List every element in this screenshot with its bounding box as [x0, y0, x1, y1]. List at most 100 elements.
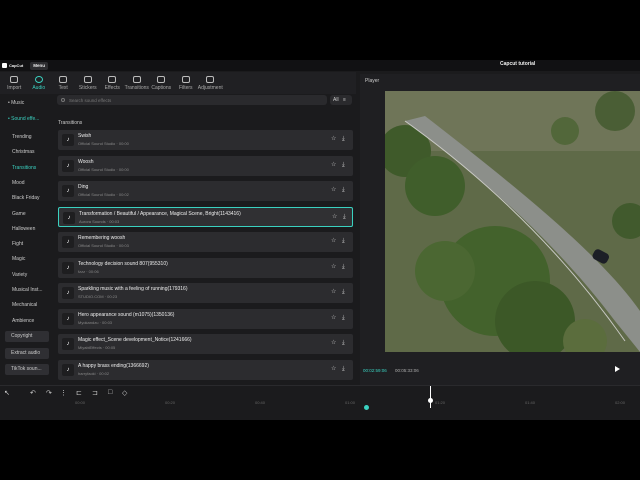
tab-label: Audio — [32, 84, 46, 91]
download-icon[interactable]: ⤓ — [342, 289, 348, 295]
download-icon[interactable]: ⤓ — [342, 187, 348, 193]
download-icon[interactable]: ⤓ — [342, 315, 348, 321]
list-item[interactable]: ♪ Remembering woosh Official Sound Studio … — [58, 232, 353, 252]
filter-label: All — [333, 97, 339, 103]
sidebar-item-game[interactable]: Game — [5, 209, 49, 220]
search-icon — [61, 98, 65, 102]
list-item[interactable]: ♪ Hero appearance sound (m1075)(1350136) M… — [58, 308, 353, 329]
tab-filters[interactable]: Filters — [174, 72, 199, 94]
delete-right-icon[interactable]: ⊐ — [92, 389, 98, 397]
music-note-icon: ♪ — [63, 211, 75, 224]
redo-icon[interactable]: ↷ — [46, 389, 52, 397]
select-tool-icon[interactable]: ↖ — [4, 389, 10, 397]
sidebar-item-music[interactable]: • Music — [5, 98, 49, 109]
timeline-marker[interactable] — [364, 405, 369, 410]
tab-stickers[interactable]: Stickers — [76, 72, 101, 94]
ruler-tick: 00:00 — [75, 400, 86, 405]
music-note-icon: ♪ — [62, 338, 74, 350]
favorite-icon[interactable]: ☆ — [331, 162, 337, 168]
sidebar-item-transitions[interactable]: Transitions — [5, 163, 49, 174]
favorite-icon[interactable]: ☆ — [331, 187, 337, 193]
sidebar-item-fight[interactable]: Fight — [5, 239, 49, 250]
letterbox-bottom — [0, 420, 640, 480]
download-icon[interactable]: ⤓ — [342, 366, 348, 372]
sidebar-item-copyright[interactable]: Copyright — [5, 331, 49, 342]
list-item[interactable]: ♪ Magic effect_Scene development_Notice(1… — [58, 334, 353, 354]
ruler-tick: 00:20 — [165, 400, 176, 405]
undo-icon[interactable]: ↶ — [30, 389, 36, 397]
list-item[interactable]: ♪ A happy brass ending(1366692) harryfaoki… — [58, 359, 353, 380]
list-item[interactable]: ♪ Sparkling music with a feeling of runni… — [58, 283, 353, 303]
download-icon[interactable]: ⤓ — [342, 238, 348, 244]
tab-transitions[interactable]: Transitions — [125, 72, 150, 94]
list-item[interactable]: ♪ Woosh Official Sound Studio · 00:00 ☆ ⤓ — [58, 155, 353, 176]
list-item[interactable]: ♪ Swish Official Sound Studio · 00:00 ☆ ⤓ — [58, 130, 353, 150]
sound-name: Magic effect_Scene development_Notice(12… — [78, 337, 192, 343]
player-title: Player — [365, 78, 380, 84]
split-icon[interactable]: ⋮ — [60, 389, 67, 397]
sound-author-duration: MiyabiEffects · 00:05 — [78, 345, 116, 350]
tab-label: Stickers — [78, 84, 97, 91]
menu-button[interactable]: Menu — [30, 61, 48, 70]
favorite-icon[interactable]: ☆ — [331, 238, 337, 244]
favorite-icon[interactable]: ☆ — [331, 315, 337, 321]
media-toolbar: Import Audio Text Stickers Effects Transition… — [0, 72, 356, 94]
download-icon[interactable]: ⤓ — [342, 340, 348, 346]
sidebar-item-mood[interactable]: Mood — [5, 178, 49, 189]
download-icon[interactable]: ⤓ — [342, 136, 348, 142]
freeze-icon[interactable]: □ — [108, 389, 112, 396]
sidebar-item-sound-effe[interactable]: • Sound effe... — [5, 114, 49, 125]
sidebar-item-mechanical[interactable]: Mechanical — [5, 300, 49, 311]
sidebar-item-trending[interactable]: Trending — [5, 132, 49, 143]
ruler-tick: 01:00 — [345, 400, 356, 405]
playhead[interactable] — [430, 386, 431, 408]
favorite-icon[interactable]: ☆ — [331, 289, 337, 295]
sound-name: Sparkling music with a feeling of runnin… — [78, 286, 188, 292]
sound-name: A happy brass ending(1366692) — [78, 362, 149, 369]
music-note-icon: ♪ — [62, 236, 74, 248]
music-note-icon: ♪ — [62, 363, 74, 376]
list-item[interactable]: ♪ Technology decision sound 807(955310) fz… — [58, 257, 353, 278]
tab-import[interactable]: Import — [2, 72, 27, 94]
download-icon[interactable]: ⤓ — [343, 214, 349, 220]
search-input[interactable]: Search sound effects — [69, 98, 111, 103]
shield-icon[interactable]: ◇ — [122, 389, 127, 397]
list-item[interactable]: ♪ Transformation / Beautiful / Appearance… — [58, 206, 353, 227]
player-panel: Player 00:02:59:06 00:05:33:06 — [360, 74, 640, 385]
capcut-logo-icon — [2, 63, 7, 68]
sidebar-item-black-friday[interactable]: Black Friday — [5, 193, 49, 204]
tab-effects[interactable]: Effects — [100, 72, 125, 94]
video-preview[interactable] — [385, 91, 640, 352]
sidebar-item-magic[interactable]: Magic — [5, 254, 49, 265]
ruler-tick: 01:40 — [525, 400, 536, 405]
favorite-icon[interactable]: ☆ — [331, 136, 337, 142]
filters-icon — [181, 75, 190, 83]
favorite-icon[interactable]: ☆ — [331, 366, 337, 372]
sidebar-item-extract-audio[interactable]: Extract audio — [5, 347, 49, 359]
tab-captions[interactable]: Captions — [149, 72, 174, 94]
sidebar-item-variety[interactable]: Variety — [5, 270, 49, 281]
sidebar-item-christmas[interactable]: Christmas — [5, 147, 49, 158]
play-button[interactable] — [615, 366, 620, 372]
sidebar-item-tiktok-soun[interactable]: TikTok soun... — [5, 364, 49, 375]
audio-category-nav: • Music • Sound effe... Trending Christmas T… — [0, 96, 52, 420]
sidebar-item-halloween[interactable]: Halloween — [5, 224, 49, 235]
favorite-icon[interactable]: ☆ — [331, 340, 337, 346]
list-item[interactable]: ♪ Ding Official Sound Studio · 00:02 ☆ ⤓ — [58, 181, 353, 201]
sidebar-item-musical-inst[interactable]: Musical Inst... — [5, 285, 49, 296]
download-icon[interactable]: ⤓ — [342, 162, 348, 168]
playhead-handle[interactable] — [428, 398, 433, 403]
favorite-icon[interactable]: ☆ — [332, 214, 338, 220]
time-ruler[interactable]: 00:00 00:20 00:40 01:00 01:20 01:40 02:00 — [0, 400, 640, 410]
transitions-icon — [132, 75, 141, 83]
tab-text[interactable]: Text — [51, 72, 76, 94]
tab-audio[interactable]: Audio — [27, 72, 52, 94]
tab-adjustment[interactable]: Adjustment — [198, 72, 223, 94]
sidebar-item-ambience[interactable]: Ambience — [5, 316, 49, 327]
delete-left-icon[interactable]: ⊏ — [76, 389, 82, 397]
app-logo-text: CapCut — [9, 63, 24, 68]
search-box[interactable]: Search sound effects — [57, 95, 327, 105]
favorite-icon[interactable]: ☆ — [331, 264, 337, 270]
filter-dropdown[interactable]: All ≡ — [330, 95, 352, 105]
download-icon[interactable]: ⤓ — [342, 264, 348, 270]
